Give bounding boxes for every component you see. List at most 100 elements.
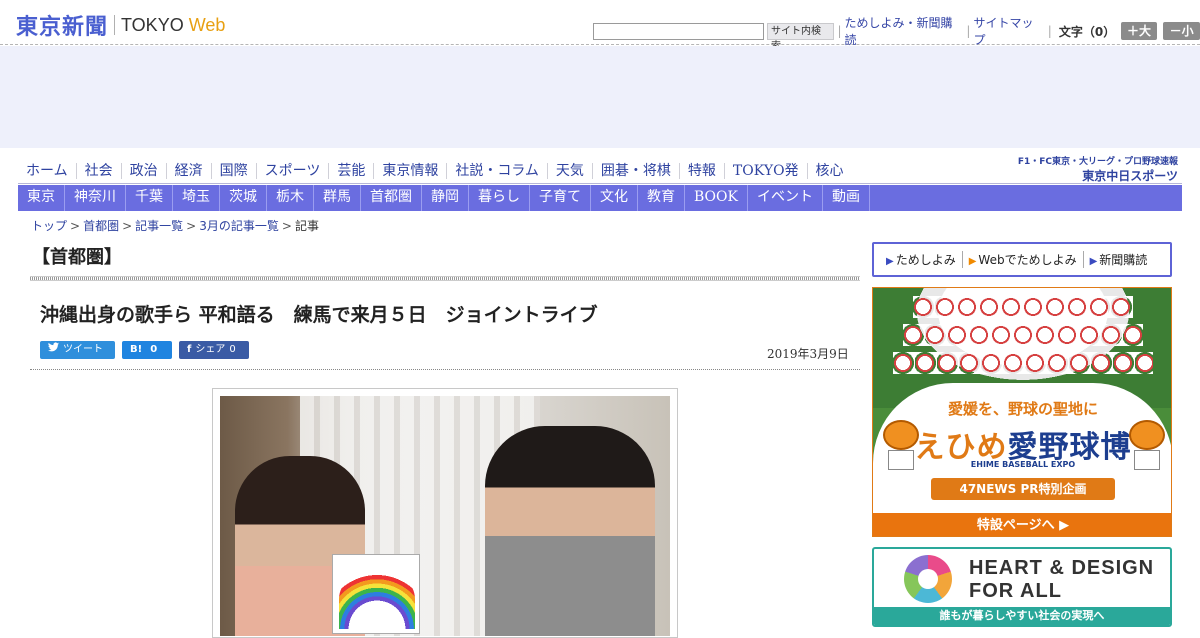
logo-en: TOKYO bbox=[121, 14, 184, 35]
region-nav: 東京 神奈川 千葉 埼玉 茨城 栃木 群馬 首都圏 静岡 暮らし 子育て 文化 … bbox=[18, 185, 1182, 211]
chunichi-logo: 東京中日スポーツ bbox=[1082, 169, 1178, 183]
flower-logo-icon bbox=[904, 555, 952, 603]
logo-jp: 東京新聞 bbox=[16, 14, 109, 40]
heart-design-ad[interactable]: HEART & DESIGN FOR ALL 誰もが暮らしやすい社会の実現へ bbox=[872, 547, 1172, 627]
region-gunma[interactable]: 群馬 bbox=[314, 185, 361, 211]
arrow-icon: ▶ bbox=[1089, 256, 1098, 267]
trial-read-link[interactable]: ▶ ためしよみ bbox=[880, 251, 962, 268]
breadcrumb: トップ > 首都圏 > 記事一覧 >3月の記事一覧 > 記事 bbox=[31, 219, 319, 233]
subscribe-link[interactable]: ためしよみ・新聞購読 bbox=[845, 14, 964, 48]
ad-special-page-link[interactable]: 特設ページへ ▶ bbox=[873, 513, 1171, 536]
rainbow-illustration bbox=[339, 569, 415, 629]
nav-item-kakushin[interactable]: 核心 bbox=[806, 162, 852, 179]
region-ibaraki[interactable]: 茨城 bbox=[220, 185, 267, 211]
nav-item-tokyo-info[interactable]: 東京情報 bbox=[373, 162, 446, 179]
arrow-icon: ▶ bbox=[968, 256, 977, 267]
nav-parenting[interactable]: 子育て bbox=[530, 185, 591, 211]
divider: | bbox=[837, 24, 842, 38]
subscription-nav: ▶ ためしよみ ▶ Webでためしよみ ▶ 新聞購読 bbox=[872, 242, 1172, 277]
heart-design-footer: 誰もが暮らしやすい社会の実現へ bbox=[874, 607, 1170, 625]
photo-image bbox=[220, 396, 670, 636]
nav-video[interactable]: 動画 bbox=[823, 185, 870, 211]
nav-item-international[interactable]: 国際 bbox=[210, 162, 256, 179]
logo-divider bbox=[114, 15, 116, 35]
breadcrumb-current: 記事 bbox=[294, 219, 319, 233]
font-size-label: 文字（0） bbox=[1058, 24, 1116, 39]
nav-item-society[interactable]: 社会 bbox=[75, 162, 121, 179]
facebook-count: 0 bbox=[229, 344, 236, 355]
region-shutoken[interactable]: 首都圏 bbox=[361, 185, 422, 211]
nav-culture[interactable]: 文化 bbox=[591, 185, 638, 211]
region-chiba[interactable]: 千葉 bbox=[126, 185, 173, 211]
chunichi-tagline: F1・FC東京・大リーグ・プロ野球速報 bbox=[1017, 157, 1178, 167]
hatena-count: 0 bbox=[150, 344, 158, 355]
web-trial-read-link[interactable]: ▶ Webでためしよみ bbox=[961, 251, 1083, 268]
region-tochigi[interactable]: 栃木 bbox=[267, 185, 314, 211]
article-photo[interactable] bbox=[212, 388, 678, 638]
region-shizuoka[interactable]: 静岡 bbox=[422, 185, 469, 211]
logo-web: Web bbox=[188, 14, 226, 35]
site-logo[interactable]: 東京新聞 TOKYO Web bbox=[16, 9, 225, 41]
nav-item-editorials[interactable]: 社説・コラム bbox=[446, 162, 547, 179]
arrow-icon: ▶ bbox=[886, 256, 894, 267]
nav-item-go-shogi[interactable]: 囲碁・将棋 bbox=[591, 162, 679, 179]
twitter-bird-icon bbox=[48, 341, 59, 359]
heart-design-title: HEART & DESIGN bbox=[969, 557, 1155, 579]
heart-design-subtitle: FOR ALL bbox=[969, 580, 1062, 602]
publish-date: 2019年3月9日 bbox=[767, 347, 849, 361]
divider: | bbox=[1047, 24, 1052, 38]
nav-education[interactable]: 教育 bbox=[638, 185, 685, 211]
photo-person-right bbox=[485, 426, 655, 636]
flower-row bbox=[913, 296, 1133, 318]
ad-badge: 47NEWS PR特別企画 bbox=[931, 478, 1115, 500]
flower-row bbox=[903, 324, 1143, 346]
nav-item-politics[interactable]: 政治 bbox=[120, 162, 166, 179]
region-saitama[interactable]: 埼玉 bbox=[173, 185, 220, 211]
tweet-button[interactable]: ツイート bbox=[40, 341, 115, 359]
subscribe-sidebar-link[interactable]: ▶ 新聞購読 bbox=[1082, 251, 1154, 268]
site-search-button[interactable]: サイト内検索 bbox=[767, 22, 835, 52]
section-title: 【首都圏】 bbox=[32, 247, 122, 268]
nav-item-tokyo-hatsu[interactable]: TOKYO発 bbox=[723, 162, 807, 179]
nav-item-home[interactable]: ホーム bbox=[18, 163, 76, 179]
chunichi-sports-link[interactable]: F1・FC東京・大リーグ・プロ野球速報 東京中日スポーツ bbox=[1018, 154, 1178, 184]
facebook-share-button[interactable]: f シェア 0 bbox=[179, 341, 249, 359]
nav-living[interactable]: 暮らし bbox=[469, 185, 530, 211]
site-search-input[interactable] bbox=[593, 22, 764, 40]
nav-book[interactable]: BOOK bbox=[685, 185, 748, 211]
sitemap-link[interactable]: サイトマップ bbox=[973, 14, 1044, 48]
font-increase-button[interactable]: ＋大 bbox=[1120, 22, 1158, 40]
divider: | bbox=[966, 24, 971, 38]
site-header: 東京新聞 TOKYO Web サイト内検索 | ためしよみ・新聞購読 | サイト… bbox=[0, 0, 1200, 52]
nav-events[interactable]: イベント bbox=[748, 185, 823, 211]
nav-item-entertainment[interactable]: 芸能 bbox=[328, 162, 373, 179]
hatena-bookmark-button[interactable]: B! 0 bbox=[122, 341, 172, 359]
ehime-baseball-ad[interactable]: 愛媛を、野球の聖地に えひめ愛野球博 EHIME BASEBALL EXPO 4… bbox=[872, 287, 1172, 537]
top-ad-banner bbox=[0, 46, 1200, 148]
breadcrumb-list[interactable]: 記事一覧 bbox=[135, 219, 183, 233]
article-headline: 沖縄出身の歌手ら 平和語る 練馬で来月５日 ジョイントライブ bbox=[40, 304, 598, 326]
region-tokyo[interactable]: 東京 bbox=[18, 185, 65, 211]
ad-catchcopy: 愛媛を、野球の聖地に bbox=[947, 400, 1098, 418]
photo-picture-book bbox=[332, 554, 420, 634]
breadcrumb-section[interactable]: 首都圏 bbox=[83, 219, 119, 233]
breadcrumb-top[interactable]: トップ bbox=[31, 219, 67, 233]
facebook-share-label: シェア bbox=[195, 344, 226, 355]
nav-item-tokuho[interactable]: 特報 bbox=[678, 162, 724, 179]
region-kanagawa[interactable]: 神奈川 bbox=[65, 185, 126, 211]
section-divider bbox=[30, 276, 860, 281]
share-buttons: ツイート B! 0 f シェア 0 bbox=[40, 341, 256, 359]
mascot-left bbox=[883, 420, 919, 470]
nav-item-economy[interactable]: 経済 bbox=[165, 162, 211, 179]
hatena-icon: B! bbox=[130, 344, 143, 355]
nav-item-sports[interactable]: スポーツ bbox=[255, 162, 329, 179]
primary-nav: ホーム 社会 政治 経済 国際 スポーツ 芸能 東京情報 社説・コラム 天気 囲… bbox=[18, 157, 1182, 184]
breadcrumb-month[interactable]: 3月の記事一覧 bbox=[199, 219, 279, 233]
facebook-icon: f bbox=[187, 344, 192, 355]
headline-divider bbox=[30, 369, 860, 370]
font-decrease-button[interactable]: －小 bbox=[1163, 22, 1200, 40]
nav-item-weather[interactable]: 天気 bbox=[546, 162, 592, 179]
tweet-label: ツイート bbox=[63, 344, 103, 355]
mascot-right bbox=[1129, 420, 1165, 470]
flower-row bbox=[893, 352, 1153, 374]
